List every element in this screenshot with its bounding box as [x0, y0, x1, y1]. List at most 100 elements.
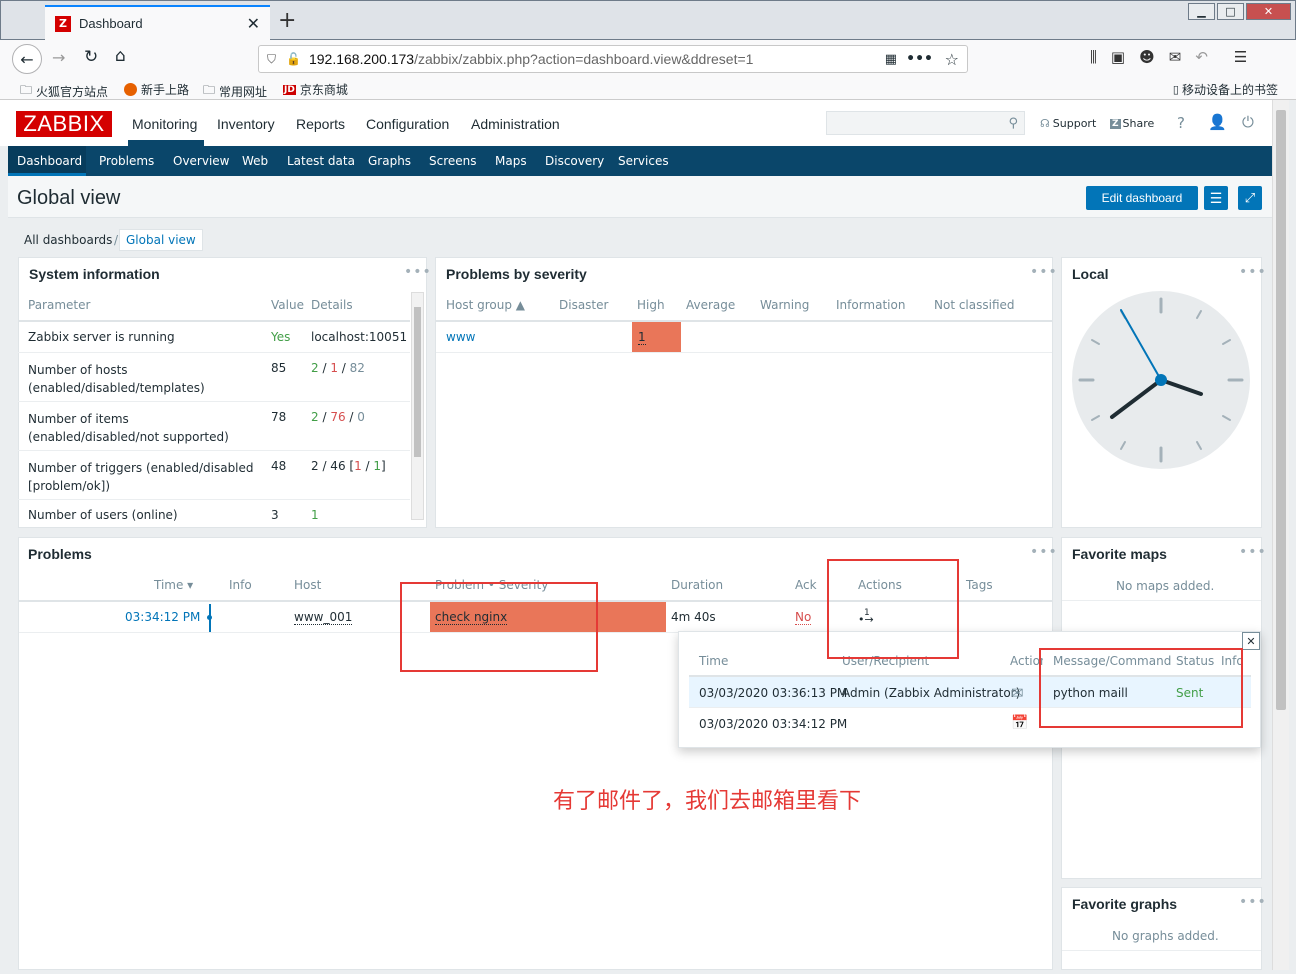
col-host-group[interactable]: Host group ▲ — [446, 298, 525, 312]
row-divider — [18, 450, 410, 451]
reload-icon[interactable]: ↻ — [84, 47, 98, 67]
forward-icon[interactable]: → — [52, 48, 65, 67]
phone-icon: ▯ — [1172, 83, 1179, 96]
firefox-icon — [124, 83, 137, 96]
breadcrumb-all-dashboards[interactable]: All dashboards — [24, 233, 112, 247]
maximize-icon[interactable]: □ — [1217, 3, 1244, 20]
table-cell: 3 — [271, 508, 279, 522]
bookmark-item[interactable]: 🗀 常用网址 — [203, 81, 267, 102]
table-cell: 1 — [311, 508, 319, 522]
edit-dashboard-button[interactable]: Edit dashboard — [1086, 186, 1198, 210]
back-icon[interactable]: ← — [12, 44, 42, 74]
col-not-classified: Not classified — [934, 298, 1015, 312]
home-icon[interactable]: ⌂ — [115, 46, 126, 66]
support-link[interactable]: ☊ Support — [1040, 117, 1096, 130]
ack-link[interactable]: No — [795, 610, 812, 625]
table-cell: localhost:10051 — [311, 330, 408, 344]
count-templates: 82 — [349, 361, 365, 375]
problem-time-link[interactable]: 03:34:12 PM — [125, 610, 200, 624]
search-input[interactable]: ⚲ — [826, 111, 1025, 135]
menu-configuration[interactable]: Configuration — [366, 116, 449, 132]
host-group-link[interactable]: www — [446, 330, 475, 344]
col-parameter: Parameter — [28, 298, 91, 312]
subnav-dashboard[interactable]: Dashboard — [17, 154, 82, 168]
widget-title: Favorite graphs — [1072, 896, 1178, 912]
subnav-web[interactable]: Web — [242, 154, 268, 168]
table-cell: Admin (Zabbix Administrator) — [842, 686, 1021, 700]
col-ack: Ack — [795, 578, 817, 592]
account-icon[interactable]: ☻ — [1139, 48, 1155, 66]
menu-reports[interactable]: Reports — [296, 116, 345, 132]
fullscreen-icon[interactable]: ⤢ — [1238, 186, 1262, 210]
col-time[interactable]: Time ▾ — [154, 578, 193, 592]
problem-duration: 4m 40s — [671, 610, 716, 624]
count-disabled: 76 — [330, 410, 346, 424]
widget-scrollbar[interactable] — [411, 292, 424, 520]
subnav-latest-data[interactable]: Latest data — [287, 154, 355, 168]
share-link[interactable]: Z Share — [1110, 117, 1154, 130]
insecure-lock-icon: 🔓 — [286, 52, 301, 66]
menu-inventory[interactable]: Inventory — [217, 116, 275, 132]
chat-icon[interactable]: ✉ — [1169, 48, 1182, 66]
headset-icon: ☊ — [1040, 117, 1050, 130]
problem-host-link[interactable]: www_001 — [294, 610, 353, 625]
widget-menu-icon[interactable]: ••• — [1030, 264, 1058, 280]
mobile-bookmarks[interactable]: ▯ 移动设备上的书签 — [1173, 81, 1278, 98]
bookmark-label: 火狐官方站点 — [36, 85, 109, 99]
widget-menu-icon[interactable]: ••• — [1239, 264, 1267, 280]
bookmark-item[interactable]: 新手上路 — [124, 81, 189, 98]
col-duration: Duration — [671, 578, 724, 592]
count-problem: 1 — [354, 459, 362, 473]
page-scrollbar[interactable] — [1272, 100, 1289, 970]
sidebar-icon[interactable]: ▣ — [1111, 48, 1125, 66]
folder-icon: 🗀 — [203, 83, 216, 97]
minimize-icon[interactable]: ▁ — [1188, 3, 1215, 20]
url-bar[interactable]: ⛉ 🔓 192.168.200.173 /zabbix/zabbix.php?a… — [258, 45, 968, 73]
library-icon[interactable]: ⫼ — [1090, 48, 1097, 66]
table-cell: Number of triggers (enabled/disabled [pr… — [28, 461, 254, 493]
subnav-problems[interactable]: Problems — [99, 154, 154, 168]
widget-menu-icon[interactable]: ••• — [404, 264, 432, 280]
col-average: Average — [686, 298, 736, 312]
widget-menu-icon[interactable]: ••• — [1239, 894, 1267, 910]
browser-tab[interactable]: Z Dashboard ✕ — [45, 5, 270, 40]
page-title: Global view — [17, 187, 121, 209]
sign-out-icon[interactable]: ⏻ — [1242, 113, 1254, 131]
menu-monitoring[interactable]: Monitoring — [132, 116, 197, 132]
close-tab-icon[interactable]: ✕ — [247, 14, 260, 33]
close-popup-icon[interactable]: ✕ — [1242, 632, 1260, 650]
count-enabled: 2 — [311, 410, 319, 424]
bookmark-item[interactable]: 🗀 火狐官方站点 — [20, 81, 108, 102]
undo-icon[interactable]: ↶ — [1195, 48, 1208, 66]
high-count: 1 — [638, 330, 646, 345]
table-cell: Number of items (enabled/disabled/not su… — [28, 412, 229, 444]
menu-administration[interactable]: Administration — [471, 116, 560, 132]
annotation-box-message — [1039, 648, 1243, 728]
help-icon[interactable]: ? — [1177, 114, 1185, 132]
row-divider — [1062, 600, 1261, 601]
breadcrumb-global-view[interactable]: Global view — [119, 229, 203, 251]
bookmark-item[interactable]: JD 京东商城 — [283, 81, 348, 98]
widget-menu-icon[interactable]: ••• — [1030, 544, 1058, 560]
folder-icon: 🗀 — [20, 83, 33, 97]
user-profile-icon[interactable]: 👤 — [1208, 113, 1227, 131]
bookmark-star-icon[interactable]: ☆ — [945, 50, 959, 69]
high-severity-cell[interactable]: 1 — [632, 322, 681, 352]
dashboard-menu-icon[interactable]: ☰ — [1204, 186, 1228, 210]
widget-title: Problems — [28, 546, 92, 562]
subnav-services[interactable]: Services — [618, 154, 669, 168]
count-disabled: 1 — [330, 361, 338, 375]
page-actions-icon[interactable]: ••• — [906, 51, 933, 67]
widget-menu-icon[interactable]: ••• — [1239, 544, 1267, 560]
qr-code-icon[interactable]: ▦ — [885, 52, 897, 67]
subnav-graphs[interactable]: Graphs — [368, 154, 411, 168]
zabbix-logo[interactable]: ZABBIX — [16, 111, 112, 137]
subnav-screens[interactable]: Screens — [429, 154, 477, 168]
envelope-icon: ✉ — [1011, 684, 1024, 702]
subnav-maps[interactable]: Maps — [495, 154, 527, 168]
subnav-discovery[interactable]: Discovery — [545, 154, 604, 168]
menu-icon[interactable]: ☰ — [1234, 48, 1247, 66]
new-tab-icon[interactable]: + — [278, 8, 296, 33]
close-window-icon[interactable]: ✕ — [1246, 3, 1291, 20]
subnav-overview[interactable]: Overview — [173, 154, 230, 168]
